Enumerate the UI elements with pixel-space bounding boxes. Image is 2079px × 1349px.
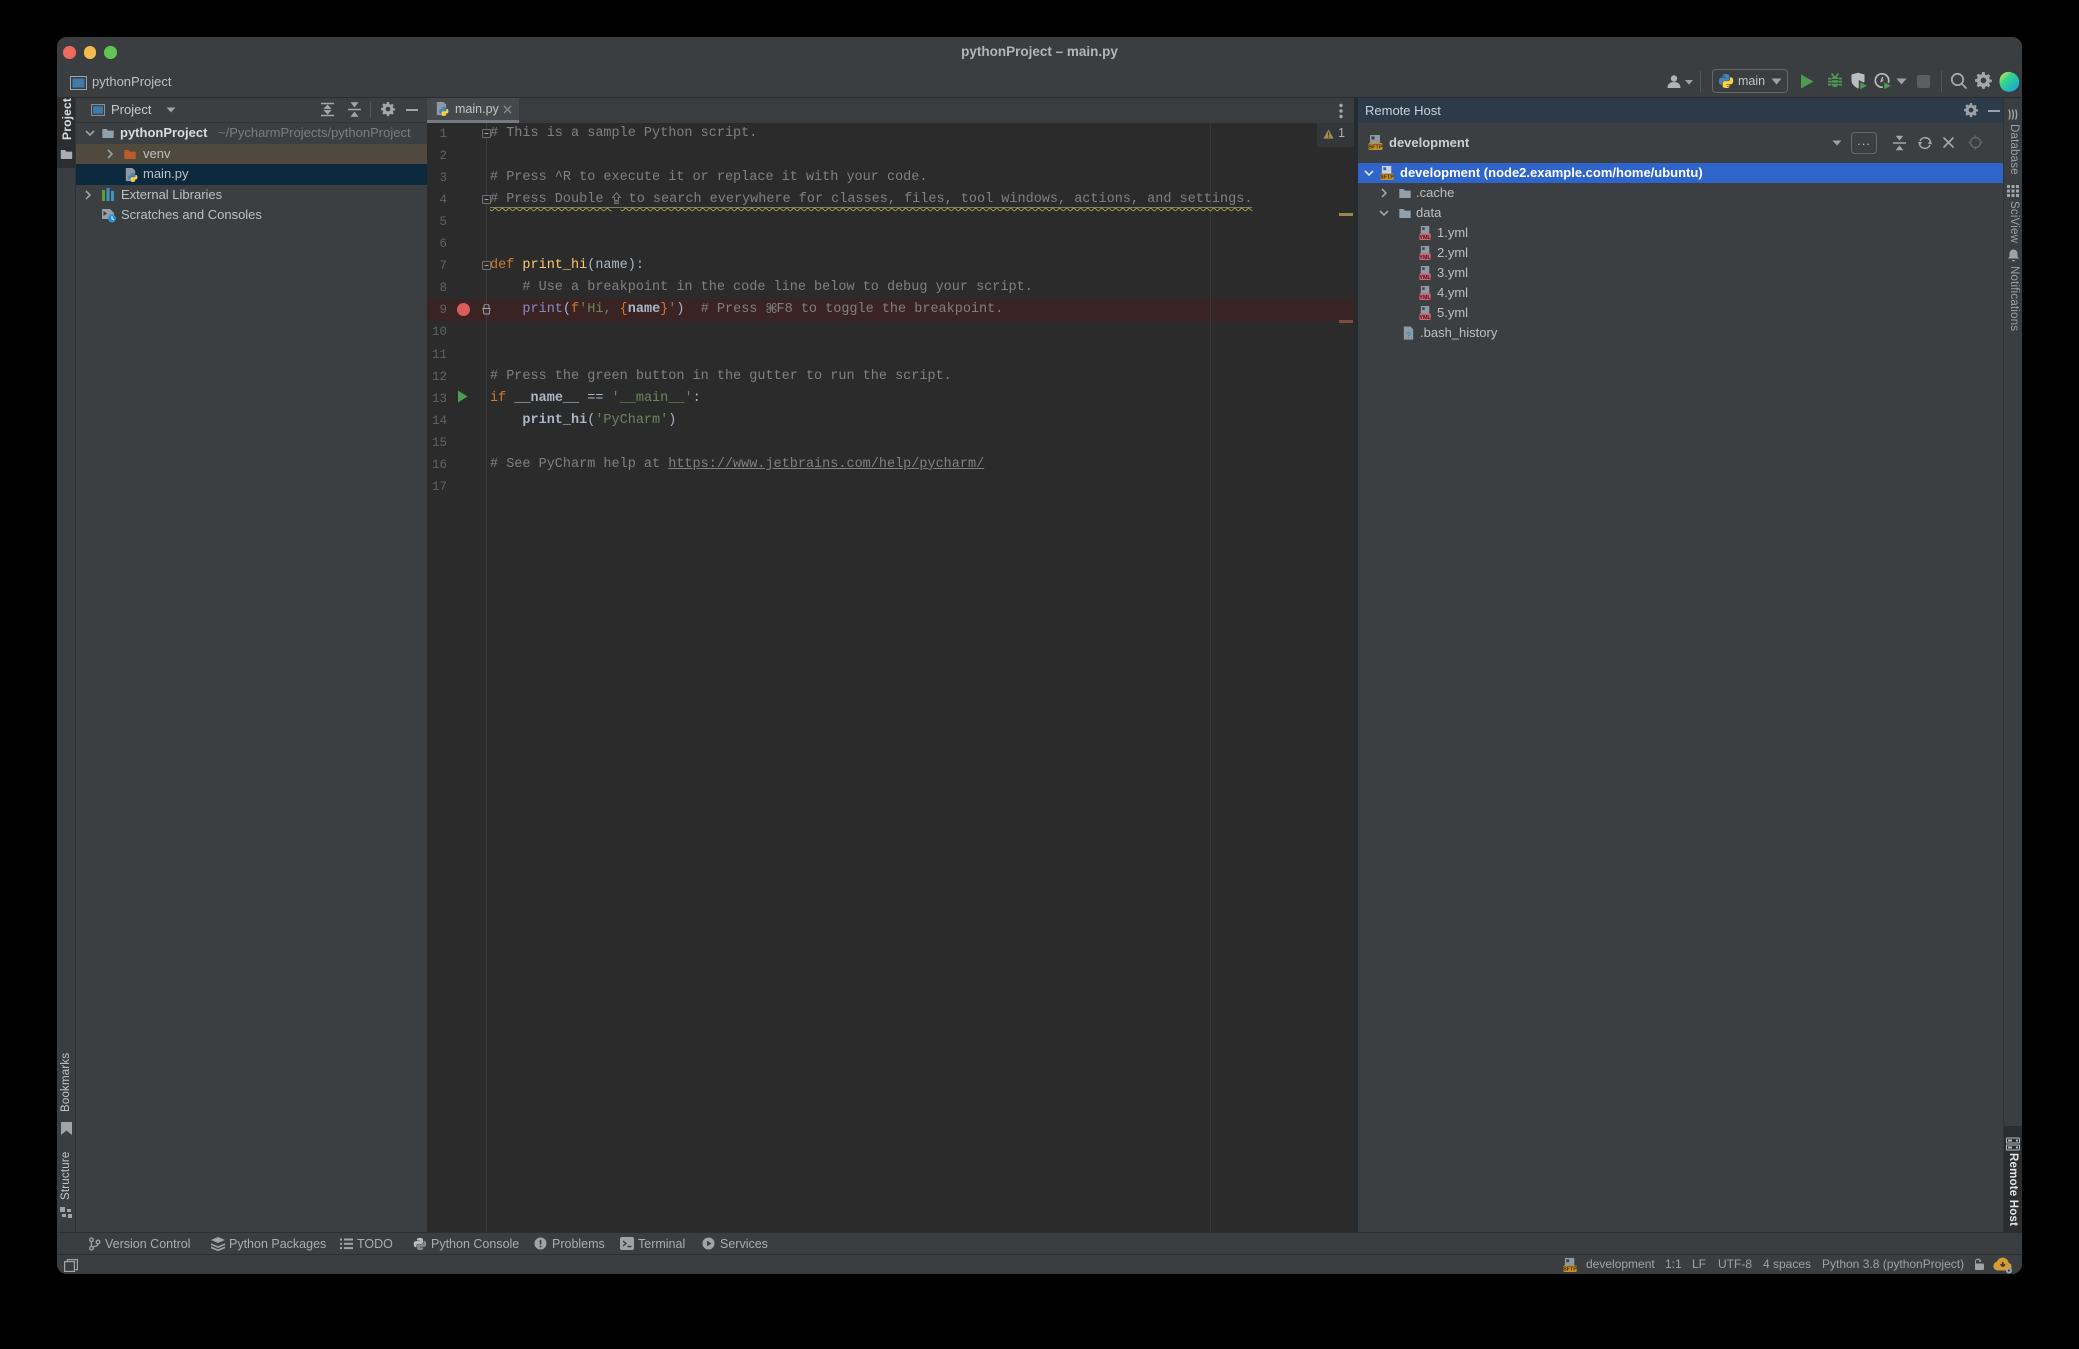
svg-text:YML: YML xyxy=(1419,255,1431,261)
svg-text:YML: YML xyxy=(1419,275,1431,281)
svg-text:SFTP: SFTP xyxy=(1563,1267,1577,1273)
svg-text:YML: YML xyxy=(1419,295,1431,301)
svg-text:?: ? xyxy=(1406,330,1411,340)
svg-text:YML: YML xyxy=(1419,235,1431,241)
svg-text:SFTP: SFTP xyxy=(1368,145,1383,151)
svg-text:YML: YML xyxy=(1419,315,1431,321)
svg-text:SFTP: SFTP xyxy=(1380,175,1394,181)
